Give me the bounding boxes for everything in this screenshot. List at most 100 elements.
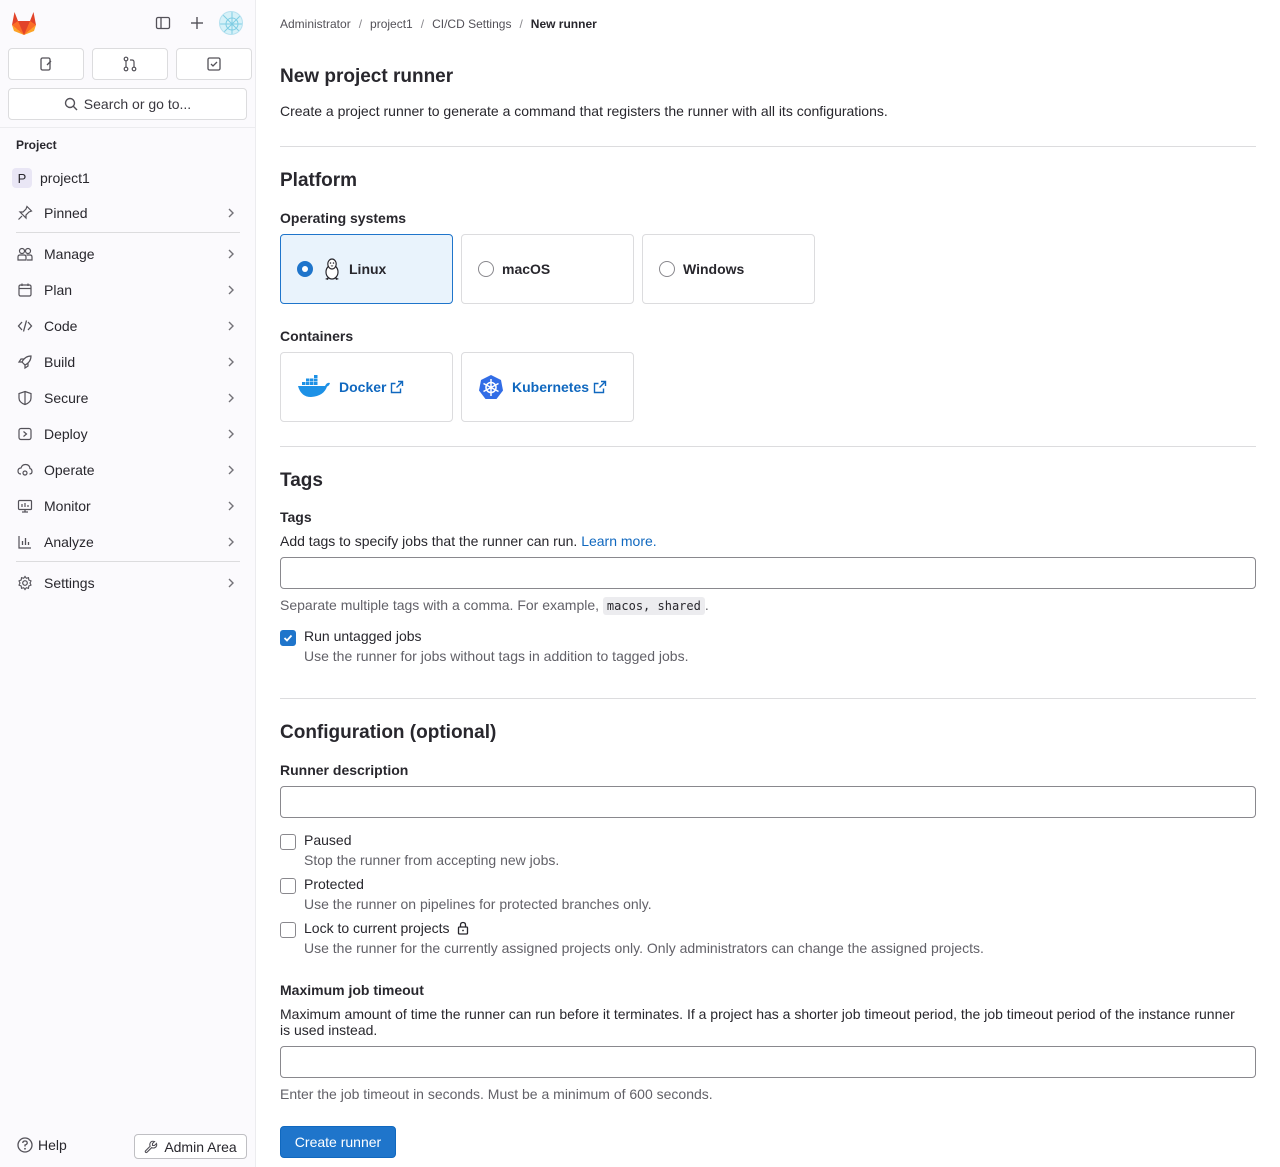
external-link-icon — [593, 380, 607, 394]
search-icon — [64, 97, 78, 111]
create-runner-button[interactable]: Create runner — [280, 1126, 396, 1158]
protected-checkbox[interactable] — [280, 878, 296, 894]
calendar-icon — [16, 281, 34, 299]
run-untagged-checkbox[interactable] — [280, 630, 296, 646]
sidebar-item-monitor[interactable]: Monitor — [8, 490, 248, 522]
chevron-right-icon — [228, 357, 234, 367]
tags-example-code: macos, shared — [602, 597, 705, 615]
toggle-sidebar-icon[interactable] — [150, 10, 176, 36]
paused-row[interactable]: Paused Stop the runner from accepting ne… — [280, 832, 559, 868]
breadcrumb-item[interactable]: Administrator — [280, 17, 351, 31]
sidebar-item-code[interactable]: Code — [8, 310, 248, 342]
lock-checkbox[interactable] — [280, 922, 296, 938]
container-kubernetes[interactable]: Kubernetes — [461, 352, 634, 422]
search-label: Search or go to... — [83, 96, 192, 112]
paused-label: Paused — [304, 832, 352, 848]
merge-requests-button[interactable] — [92, 48, 168, 80]
chevron-right-icon — [228, 501, 234, 511]
external-link-icon — [391, 380, 404, 394]
chevron-right-icon — [228, 208, 234, 218]
page-title: New project runner — [280, 66, 454, 87]
sidebar-item-label: project1 — [40, 170, 90, 186]
run-untagged-help: Use the runner for jobs without tags in … — [304, 648, 689, 664]
linux-radio[interactable] — [297, 261, 313, 277]
sidebar-item-deploy[interactable]: Deploy — [8, 418, 248, 450]
todo-button[interactable] — [176, 48, 252, 80]
tags-input[interactable] — [280, 557, 1256, 589]
sidebar-item-operate[interactable]: Operate — [8, 454, 248, 486]
paused-checkbox[interactable] — [280, 834, 296, 850]
sidebar-item-label: Monitor — [44, 498, 91, 514]
docker-link[interactable]: Docker — [339, 379, 404, 395]
admin-area-label: Admin Area — [164, 1138, 237, 1155]
breadcrumb-item[interactable]: project1 — [370, 17, 413, 31]
tags-heading: Tags — [280, 470, 323, 491]
todo-icon — [207, 57, 221, 71]
timeout-label: Maximum job timeout — [280, 982, 424, 998]
timeout-input[interactable] — [280, 1046, 1256, 1078]
admin-area-button[interactable]: Admin Area — [134, 1134, 247, 1159]
paused-help: Stop the runner from accepting new jobs. — [304, 852, 560, 868]
breadcrumb-separator: / — [358, 17, 363, 31]
macos-radio[interactable] — [478, 261, 494, 277]
sidebar-item-secure[interactable]: Secure — [8, 382, 248, 414]
chevron-right-icon — [228, 465, 234, 475]
protected-label: Protected — [304, 876, 364, 892]
sidebar-section-label: Project — [16, 138, 57, 152]
sidebar-item-plan[interactable]: Plan — [8, 274, 248, 306]
timeout-help: Enter the job timeout in seconds. Must b… — [280, 1086, 713, 1102]
chart-icon — [16, 533, 34, 551]
os-option-label: Windows — [683, 261, 745, 277]
linux-icon — [325, 258, 339, 280]
sidebar-item-analyze[interactable]: Analyze — [8, 526, 248, 558]
help-button[interactable]: Help — [16, 1136, 67, 1154]
avatar[interactable] — [219, 11, 243, 35]
run-untagged-row[interactable]: Run untagged jobs Use the runner for job… — [280, 628, 688, 664]
page-description: Create a project runner to generate a co… — [280, 103, 888, 119]
quick-actions — [8, 48, 252, 80]
main-content: Administrator / project1 / CI/CD Setting… — [256, 0, 1280, 1167]
lock-row[interactable]: Lock to current projects Use the runner … — [280, 920, 984, 956]
tags-description: Add tags to specify jobs that the runner… — [280, 533, 657, 549]
gitlab-logo-icon[interactable] — [10, 10, 38, 36]
sidebar-item-label: Code — [44, 318, 78, 334]
os-option-macos[interactable]: macOS — [461, 234, 634, 304]
plus-icon[interactable] — [184, 10, 210, 36]
sidebar: Search or go to... Project P project1 Pi… — [0, 0, 256, 1167]
help-icon — [17, 1137, 33, 1153]
sidebar-divider — [0, 127, 256, 128]
protected-row[interactable]: Protected Use the runner on pipelines fo… — [280, 876, 652, 912]
sidebar-item-settings[interactable]: Settings — [8, 567, 248, 599]
sidebar-item-label: Analyze — [44, 534, 94, 550]
configuration-heading: Configuration (optional) — [280, 722, 497, 743]
issues-icon — [40, 57, 52, 71]
breadcrumb-separator: / — [420, 17, 425, 31]
sidebar-item-label: Secure — [44, 390, 89, 406]
sidebar-item-label: Pinned — [44, 205, 88, 221]
breadcrumb-current[interactable]: New runner — [531, 17, 597, 31]
sidebar-item-pinned[interactable]: Pinned — [8, 197, 248, 229]
divider — [280, 446, 1256, 447]
issues-button[interactable] — [8, 48, 84, 80]
gear-icon — [16, 574, 34, 592]
containers-label: Containers — [280, 328, 354, 344]
merge-request-icon — [123, 56, 137, 72]
windows-radio[interactable] — [659, 261, 675, 277]
timeout-description: Maximum amount of time the runner can ru… — [280, 1006, 1235, 1038]
sidebar-item-manage[interactable]: Manage — [8, 238, 248, 270]
breadcrumb-item[interactable]: CI/CD Settings — [432, 17, 511, 31]
os-option-linux[interactable]: Linux — [280, 234, 453, 304]
shield-icon — [16, 389, 34, 407]
search-button[interactable]: Search or go to... — [8, 88, 247, 120]
lock-icon — [457, 921, 468, 935]
sidebar-item-build[interactable]: Build — [8, 346, 248, 378]
kubernetes-link[interactable]: Kubernetes — [512, 379, 607, 395]
rocket-icon — [16, 353, 34, 371]
sidebar-item-project[interactable]: P project1 — [8, 162, 248, 194]
learn-more-link[interactable]: Learn more. — [581, 533, 656, 549]
os-option-windows[interactable]: Windows — [642, 234, 815, 304]
runner-description-input[interactable] — [280, 786, 1256, 818]
container-docker[interactable]: Docker — [280, 352, 453, 422]
breadcrumb-separator: / — [519, 17, 523, 31]
protected-help: Use the runner on pipelines for protecte… — [304, 896, 652, 912]
